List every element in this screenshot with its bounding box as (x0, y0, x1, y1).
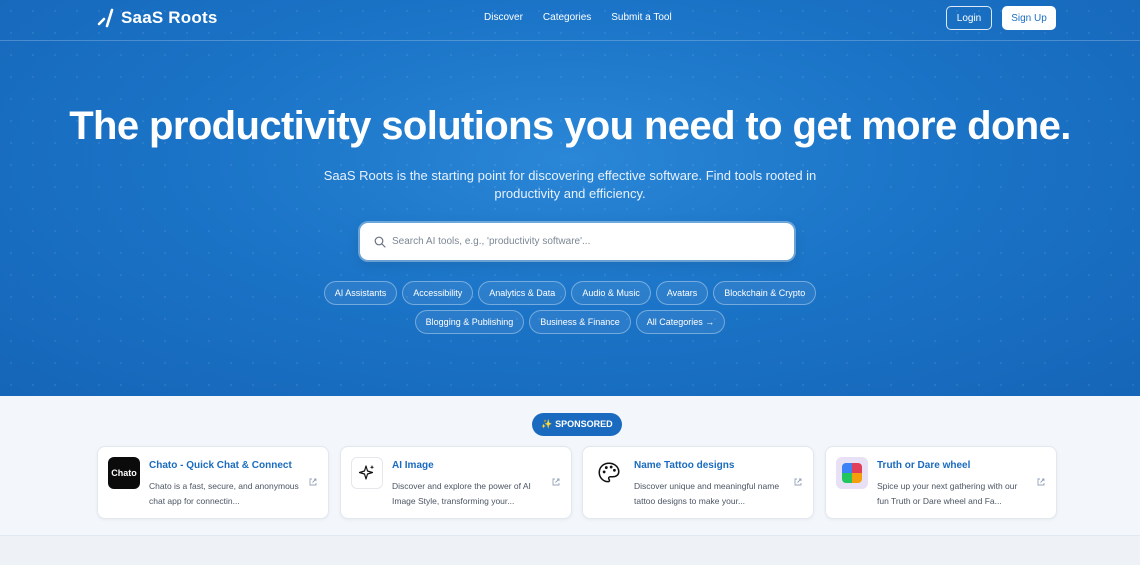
signup-button[interactable]: Sign Up (1002, 6, 1056, 30)
external-link-icon[interactable] (551, 477, 561, 487)
card-title[interactable]: Chato - Quick Chat & Connect (149, 460, 292, 471)
chip-business-finance[interactable]: Business & Finance (529, 310, 631, 334)
chip-analytics-data[interactable]: Analytics & Data (478, 281, 567, 305)
external-link-icon[interactable] (308, 477, 318, 487)
search-input[interactable] (392, 236, 772, 247)
sparkle-logo-icon (351, 457, 383, 489)
lower-section (0, 535, 1140, 565)
card-title[interactable]: Truth or Dare wheel (877, 460, 970, 471)
login-button[interactable]: Login (946, 6, 992, 30)
nav-submit-tool[interactable]: Submit a Tool (611, 12, 671, 23)
chip-blogging-publishing[interactable]: Blogging & Publishing (414, 310, 525, 334)
chip-all-categories[interactable]: All Categories → (635, 310, 726, 334)
chato-logo: Chato (108, 457, 140, 489)
external-link-icon[interactable] (1036, 477, 1046, 487)
top-nav: SaaS Roots Discover Categories Submit a … (0, 0, 1140, 41)
palette-logo-icon (593, 457, 625, 489)
sponsored-card-truth-or-dare[interactable]: Truth or Dare wheel Spice up your next g… (825, 446, 1057, 519)
category-chips-row-2: Blogging & Publishing Business & Finance… (0, 310, 1140, 334)
brand-name: SaaS Roots (121, 8, 218, 27)
search-bar[interactable] (360, 223, 794, 260)
chip-ai-assistants[interactable]: AI Assistants (323, 281, 398, 305)
chato-logo-text: Chato (111, 468, 137, 478)
category-chips-row-1: AI Assistants Accessibility Analytics & … (0, 281, 1140, 305)
hero-headline: The productivity solutions you need to g… (69, 104, 1071, 148)
roots-logo-icon (97, 8, 114, 28)
chip-audio-music[interactable]: Audio & Music (571, 281, 651, 305)
search-icon (374, 236, 386, 248)
sponsored-card-ai-image[interactable]: AI Image Discover and explore the power … (340, 446, 572, 519)
nav-categories[interactable]: Categories (543, 12, 591, 23)
hero-subtitle: SaaS Roots is the starting point for dis… (323, 168, 817, 201)
sponsored-card-chato[interactable]: Chato Chato - Quick Chat & Connect Chato… (97, 446, 329, 519)
card-description: Chato is a fast, secure, and anonymous c… (149, 481, 299, 506)
card-description: Discover and explore the power of AI Ima… (392, 481, 531, 506)
nav-discover[interactable]: Discover (484, 12, 523, 23)
hero-section: SaaS Roots Discover Categories Submit a … (0, 0, 1140, 396)
card-description: Spice up your next gathering with our fu… (877, 481, 1018, 506)
nav-links: Discover Categories Submit a Tool (484, 12, 672, 23)
card-title[interactable]: Name Tattoo designs (634, 460, 734, 471)
wheel-logo-icon (836, 457, 868, 489)
chip-blockchain-crypto[interactable]: Blockchain & Crypto (713, 281, 817, 305)
card-title[interactable]: AI Image (392, 460, 434, 471)
external-link-icon[interactable] (793, 477, 803, 487)
chip-accessibility[interactable]: Accessibility (402, 281, 474, 305)
brand-logo[interactable]: SaaS Roots (96, 7, 217, 29)
sponsored-card-name-tattoo[interactable]: Name Tattoo designs Discover unique and … (582, 446, 814, 519)
sponsored-badge: ✨ SPONSORED (532, 413, 622, 436)
card-description: Discover unique and meaningful name tatt… (634, 481, 780, 506)
chip-avatars[interactable]: Avatars (655, 281, 709, 305)
